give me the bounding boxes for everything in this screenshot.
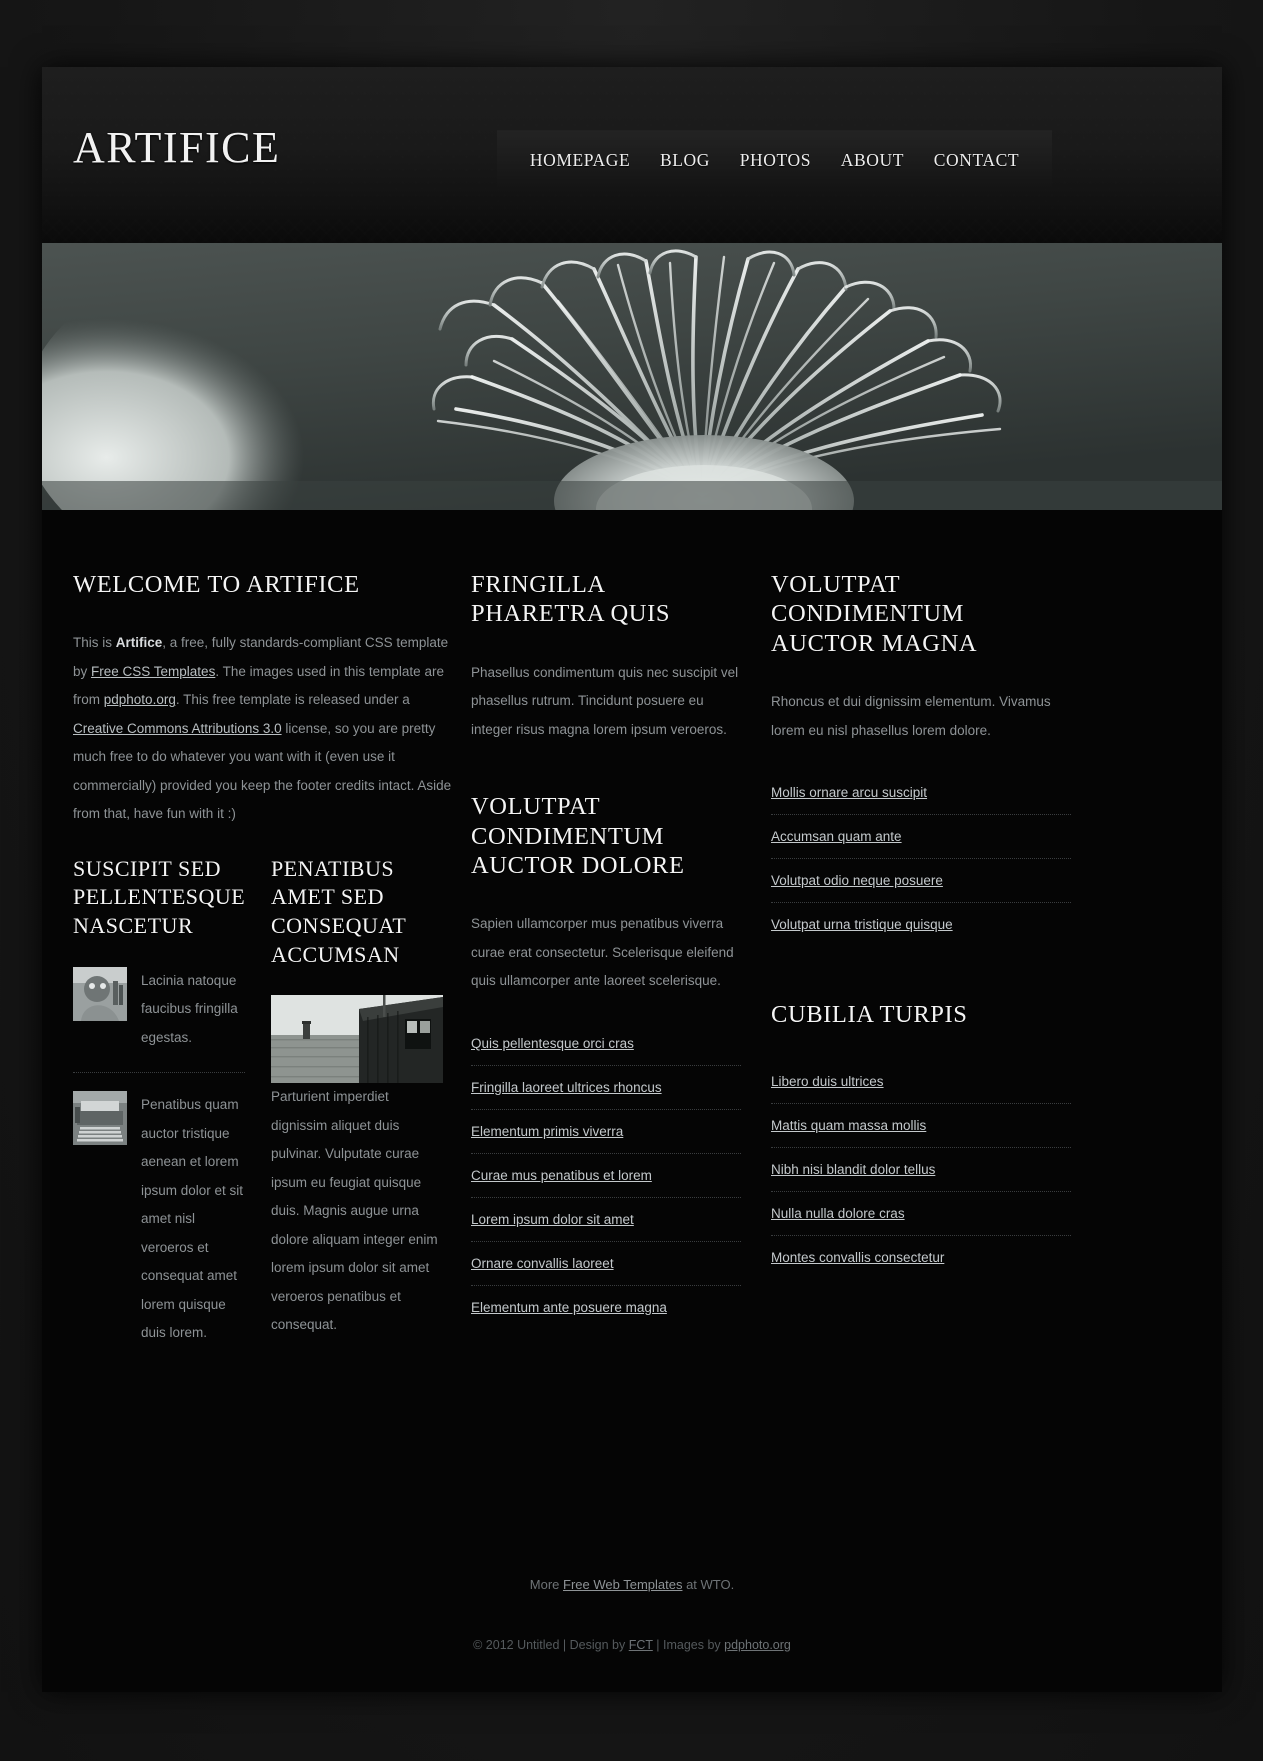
right-link-1-1[interactable]: Mollis ornare arcu suscipit <box>771 771 1071 814</box>
middle-link-7[interactable]: Elementum ante posuere magna <box>471 1286 741 1329</box>
right-link-1-4[interactable]: Volutpat urna tristique quisque <box>771 903 1071 946</box>
welcome-bold-1: Artifice <box>115 635 163 651</box>
link-creative-commons[interactable]: Creative Commons Attributions 3.0 <box>73 721 282 736</box>
right-link-2-1[interactable]: Libero duis ultrices <box>771 1060 1071 1103</box>
welcome-heading: WELCOME TO ARTIFICE <box>73 571 360 598</box>
column-middle: FRINGILLA PHARETRA QUIS Phasellus condim… <box>471 570 771 1366</box>
middle-block-2-heading: VOLUTPAT CONDIMENTUM AUCTOR DOLORE <box>471 793 685 880</box>
list-item: Penatibus quam auctor tristique aenean e… <box>73 1091 245 1348</box>
column-right: VOLUTPAT CONDIMENTUM AUCTOR MAGNA Rhoncu… <box>771 570 1071 1366</box>
list-item: Elementum ante posuere magna <box>471 1286 741 1329</box>
column-left: WELCOME TO ARTIFICE This is Artifice, a … <box>73 570 471 1366</box>
left-block-1-item-1-text: Lacinia natoque faucibus fringilla egest… <box>141 972 238 1045</box>
list-item: Curae mus penatibus et lorem <box>471 1154 741 1198</box>
middle-link-4[interactable]: Curae mus penatibus et lorem <box>471 1154 741 1197</box>
nav-item-homepage[interactable]: HOMEPAGE <box>530 150 630 171</box>
site-logo[interactable]: ARTIFICE <box>73 122 280 173</box>
list-item: Libero duis ultrices <box>771 1060 1071 1104</box>
right-block-1-heading: VOLUTPAT CONDIMENTUM AUCTOR MAGNA <box>771 571 978 657</box>
footer-more-prefix: More <box>529 1577 563 1592</box>
footer-link-pdphoto[interactable]: pdphoto.org <box>724 1638 791 1652</box>
right-link-2-2[interactable]: Mattis quam massa mollis <box>771 1104 1071 1147</box>
list-item: Volutpat odio neque posuere <box>771 859 1071 904</box>
list-item: Lacinia natoque faucibus fringilla egest… <box>73 966 245 1053</box>
nav-item-about[interactable]: ABOUT <box>841 150 904 171</box>
list-item: Lorem ipsum dolor sit amet <box>471 1198 741 1242</box>
left-block-2-paragraph: Parturient imperdiet dignissim aliquet d… <box>271 1089 438 1333</box>
middle-block-1-heading: FRINGILLA PHARETRA QUIS <box>471 571 671 628</box>
middle-link-2[interactable]: Fringilla laoreet ultrices rhoncus <box>471 1066 741 1109</box>
list-item: Montes convallis consectetur <box>771 1236 1071 1279</box>
link-free-css-templates[interactable]: Free CSS Templates <box>91 664 215 679</box>
list-item: Ornare convallis laoreet <box>471 1242 741 1286</box>
barn-photo-image <box>271 995 443 1084</box>
middle-block-1-paragraph: Phasellus condimentum quis nec suscipit … <box>471 664 739 737</box>
list-item: Volutpat urna tristique quisque <box>771 903 1071 946</box>
middle-link-1[interactable]: Quis pellentesque orci cras <box>471 1022 741 1065</box>
footer-more-line: More Free Web Templates at WTO. <box>42 1577 1222 1592</box>
list-item: Accumsan quam ante <box>771 815 1071 860</box>
list-item: Fringilla laoreet ultrices rhoncus <box>471 1066 741 1110</box>
statue-thumbnail-icon <box>73 966 127 1021</box>
middle-link-5[interactable]: Lorem ipsum dolor sit amet <box>471 1198 741 1241</box>
list-item: Nibh nisi blandit dolor tellus <box>771 1148 1071 1192</box>
site-footer: More Free Web Templates at WTO. © 2012 U… <box>42 1577 1222 1692</box>
right-link-1-2[interactable]: Accumsan quam ante <box>771 815 1071 858</box>
footer-copyright-line: © 2012 Untitled | Design by FCT | Images… <box>42 1638 1222 1652</box>
right-link-2-5[interactable]: Montes convallis consectetur <box>771 1236 1071 1279</box>
middle-link-3[interactable]: Elementum primis viverra <box>471 1110 741 1153</box>
right-link-list-2: Libero duis ultrices Mattis quam massa m… <box>771 1060 1071 1279</box>
list-item: Nulla nulla dolore cras <box>771 1192 1071 1236</box>
right-link-2-4[interactable]: Nulla nulla dolore cras <box>771 1192 1071 1235</box>
link-pdphoto[interactable]: pdphoto.org <box>104 692 176 707</box>
nav-item-photos[interactable]: PHOTOS <box>740 150 811 171</box>
main-navigation: HOMEPAGE BLOG PHOTOS ABOUT CONTACT <box>497 130 1052 189</box>
right-link-list-1: Mollis ornare arcu suscipit Accumsan qua… <box>771 771 1071 946</box>
right-block-1-paragraph: Rhoncus et dui dignissim elementum. Viva… <box>771 694 1051 738</box>
middle-link-6[interactable]: Ornare convallis laoreet <box>471 1242 741 1285</box>
page-container: ARTIFICE HOMEPAGE BLOG PHOTOS ABOUT CONT… <box>42 67 1222 1692</box>
right-link-1-3[interactable]: Volutpat odio neque posuere <box>771 859 1071 902</box>
left-block-suscipit: SUSCIPIT SED PELLENTESQUE NASCETUR Lacin… <box>73 855 245 1366</box>
footer-link-fct[interactable]: FCT <box>629 1638 653 1652</box>
footer-link-free-web-templates[interactable]: Free Web Templates <box>563 1577 682 1592</box>
list-item: Mollis ornare arcu suscipit <box>771 771 1071 816</box>
middle-link-list: Quis pellentesque orci cras Fringilla la… <box>471 1022 741 1329</box>
footer-more-suffix: at WTO. <box>682 1577 735 1592</box>
right-link-2-3[interactable]: Nibh nisi blandit dolor tellus <box>771 1148 1071 1191</box>
middle-block-2-paragraph: Sapien ullamcorper mus penatibus viverra… <box>471 916 734 989</box>
list-item: Quis pellentesque orci cras <box>471 1022 741 1066</box>
left-sub-columns: SUSCIPIT SED PELLENTESQUE NASCETUR Lacin… <box>73 855 459 1366</box>
left-block-penatibus: PENATIBUS AMET SED CONSEQUAT ACCUMSAN Pa… <box>271 855 443 1366</box>
welcome-text-1: This is <box>73 635 116 651</box>
hero-banner-image <box>42 243 1222 510</box>
left-block-2-heading: PENATIBUS AMET SED CONSEQUAT ACCUMSAN <box>271 855 406 967</box>
nav-item-blog[interactable]: BLOG <box>660 150 710 171</box>
welcome-text-4: . This free template is released under a <box>175 692 410 708</box>
right-block-2-heading: CUBILIA TURPIS <box>771 1001 968 1029</box>
footer-copy-2: | Images by <box>652 1638 725 1652</box>
typewriter-thumbnail-icon <box>73 1091 127 1146</box>
nav-item-contact[interactable]: CONTACT <box>934 150 1019 171</box>
left-block-1-heading: SUSCIPIT SED PELLENTESQUE NASCETUR <box>73 855 246 939</box>
welcome-paragraph: This is Artifice, a free, fully standard… <box>73 629 459 829</box>
footer-copy-1: © 2012 Untitled | Design by <box>473 1638 629 1652</box>
divider <box>73 1072 245 1074</box>
left-block-1-item-2-text: Penatibus quam auctor tristique aenean e… <box>141 1097 244 1341</box>
list-item: Mattis quam massa mollis <box>771 1104 1071 1148</box>
site-header: ARTIFICE HOMEPAGE BLOG PHOTOS ABOUT CONT… <box>42 67 1222 243</box>
list-item: Elementum primis viverra <box>471 1110 741 1154</box>
main-content: WELCOME TO ARTIFICE This is Artifice, a … <box>42 510 1222 1366</box>
